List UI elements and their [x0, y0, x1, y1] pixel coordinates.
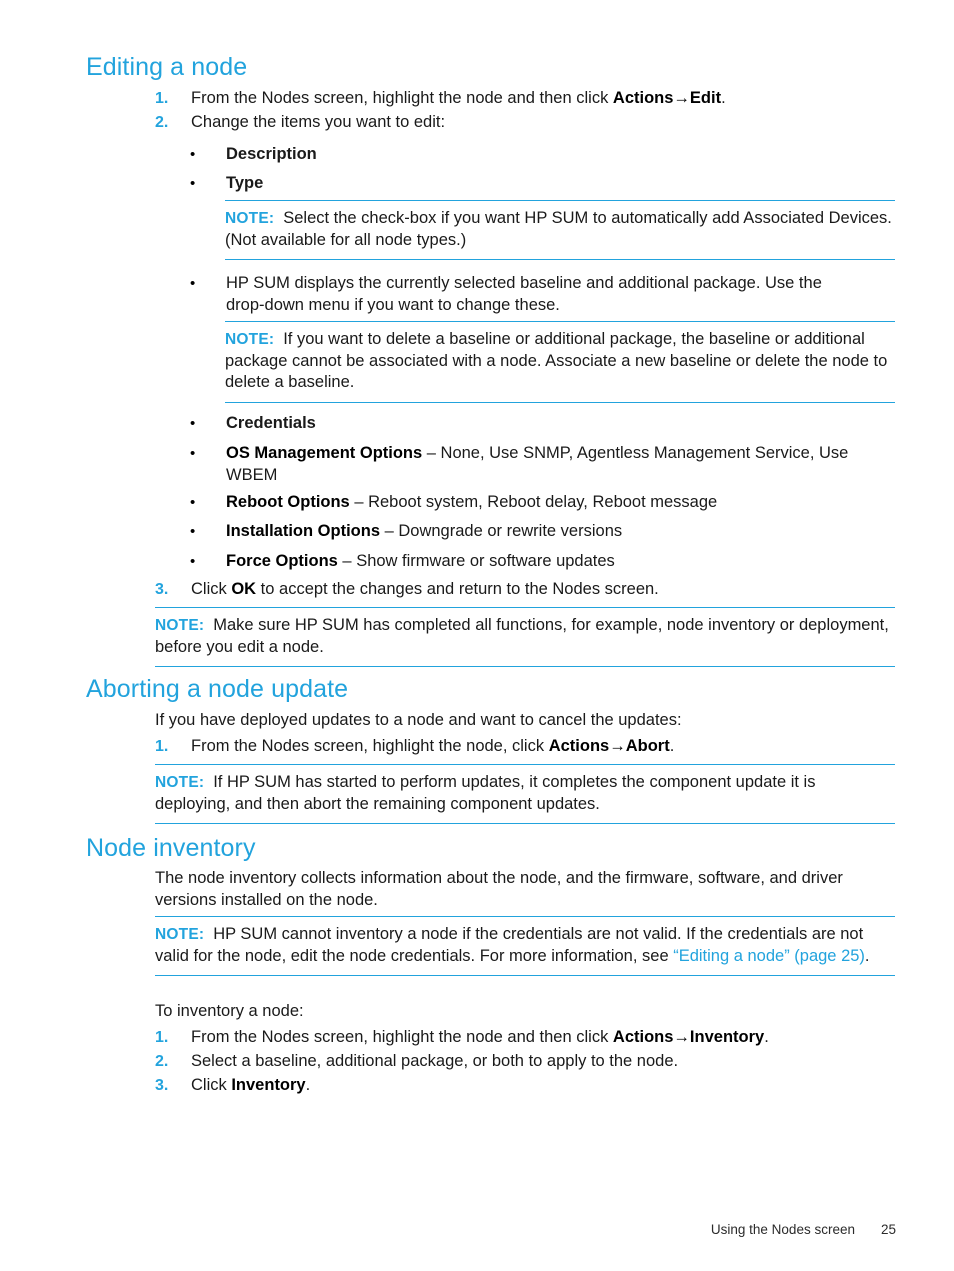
bullet-icon: • [190, 146, 196, 163]
list-item-label: Reboot Options – Reboot system, Reboot d… [226, 493, 718, 511]
heading-aborting-a-node-update: Aborting a node update [86, 675, 349, 703]
step-item: 1. From the Nodes screen, highlight the … [155, 88, 895, 110]
step-item: 3. Click Inventory. [155, 1075, 895, 1097]
list-item: • Installation Options – Downgrade or re… [190, 521, 890, 543]
step-item: 2. Select a baseline, additional package… [155, 1051, 895, 1073]
bullet-icon: • [190, 175, 196, 192]
list-item: • Description [190, 144, 890, 166]
list-item-label: Type [226, 174, 264, 192]
list-item-label: Force Options – Show firmware or softwar… [226, 552, 615, 570]
note-block: NOTE: If HP SUM has started to perform up… [155, 764, 895, 824]
cross-reference-link[interactable]: “Editing a node” (page 25) [673, 947, 865, 965]
note-text: NOTE: Make sure HP SUM has completed all … [155, 616, 889, 656]
step-number: 3. [155, 581, 169, 598]
bullet-icon: • [190, 494, 196, 511]
note-text: NOTE: HP SUM cannot inventory a node if t… [155, 925, 870, 965]
step-text: Change the items you want to edit: [191, 113, 446, 131]
step-number: 1. [155, 90, 169, 107]
list-item-label: OS Management Options – None, Use SNMP, … [226, 444, 849, 484]
step-number: 2. [155, 114, 169, 131]
note-label: NOTE: [155, 617, 205, 634]
bullet-icon: • [190, 553, 196, 570]
note-text: NOTE: Select the check-box if you want HP… [225, 209, 892, 249]
step-number: 2. [155, 1053, 169, 1070]
note-block: NOTE: Select the check-box if you want HP… [225, 200, 895, 260]
bullet-icon: • [190, 275, 196, 292]
heading-editing-a-node: Editing a node [86, 53, 248, 81]
step-text: From the Nodes screen, highlight the nod… [191, 89, 726, 107]
step-item: 3. Click OK to accept the changes and re… [155, 579, 895, 601]
step-text: Click OK to accept the changes and retur… [191, 580, 659, 598]
note-label: NOTE: [225, 331, 275, 348]
list-item: • Reboot Options – Reboot system, Reboot… [190, 492, 890, 514]
list-item-label: Installation Options – Downgrade or rewr… [226, 522, 623, 540]
section-intro-text: If you have deployed updates to a node a… [155, 711, 682, 729]
step-item: 1. From the Nodes screen, highlight the … [155, 1027, 895, 1049]
footer-page-number: 25 [880, 1222, 896, 1237]
list-item: • Credentials [190, 413, 890, 435]
note-block: NOTE: Make sure HP SUM has completed all … [155, 607, 895, 667]
footer-running-head: Using the Nodes screen [710, 1222, 855, 1237]
step-text: Select a baseline, additional package, o… [191, 1052, 679, 1070]
bullet-icon: • [190, 523, 196, 540]
list-item: • Type [190, 173, 890, 195]
step-item: 2. Change the items you want to edit: [155, 112, 895, 134]
step-text: From the Nodes screen, highlight the nod… [191, 737, 675, 755]
note-label: NOTE: [225, 210, 275, 227]
note-block: NOTE: HP SUM cannot inventory a node if t… [155, 916, 895, 976]
note-block: NOTE: If you want to delete a baseline or… [225, 321, 895, 403]
section-intro-text: The node inventory collects information … [155, 869, 843, 909]
note-label: NOTE: [155, 926, 205, 943]
list-item-label: Description [226, 145, 317, 163]
note-text: NOTE: If HP SUM has started to perform up… [155, 773, 816, 813]
note-label: NOTE: [155, 774, 205, 791]
step-text: From the Nodes screen, highlight the nod… [191, 1028, 769, 1046]
list-item-label: Credentials [226, 414, 316, 432]
bullet-icon: • [190, 415, 196, 432]
step-number: 1. [155, 1029, 169, 1046]
heading-node-inventory: Node inventory [86, 834, 256, 862]
step-number: 3. [155, 1077, 169, 1094]
bullet-icon: • [190, 445, 196, 462]
step-text: Click Inventory. [191, 1076, 311, 1094]
document-page: Editing a node 1. From the Nodes screen,… [0, 0, 954, 1271]
list-item: • OS Management Options – None, Use SNMP… [190, 443, 870, 486]
list-item: • Force Options – Show firmware or softw… [190, 551, 890, 573]
list-item: • HP SUM displays the currently selected… [190, 273, 860, 316]
list-item-label: HP SUM displays the currently selected b… [226, 274, 822, 314]
step-item: 1. From the Nodes screen, highlight the … [155, 736, 895, 758]
note-text: NOTE: If you want to delete a baseline or… [225, 330, 888, 391]
step-number: 1. [155, 738, 169, 755]
inventory-intro-text: To inventory a node: [155, 1002, 304, 1020]
page-footer: Using the Nodes screen 25 [0, 1222, 954, 1237]
